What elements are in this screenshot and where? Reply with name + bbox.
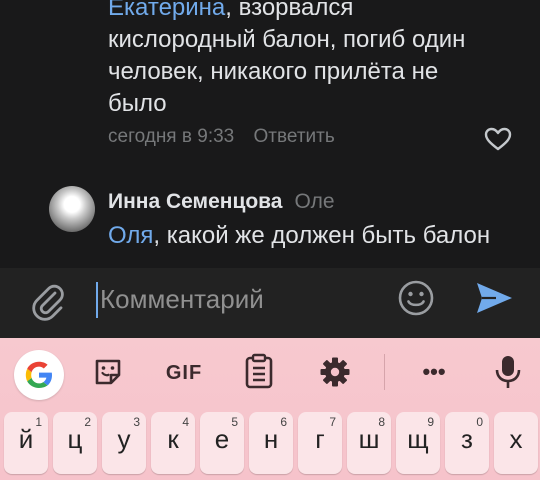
key-11[interactable]: х [494,412,538,474]
reply-button[interactable]: Ответить [254,126,335,147]
comment-2-body: , какой же должен быть балон [153,222,491,249]
key-number: 1 [35,415,42,429]
key-number: 9 [427,415,434,429]
comment-1-line-2: кислородный балон, погиб один [108,26,466,53]
key-1[interactable]: й1 [4,412,48,474]
key-number: 7 [329,415,336,429]
screen: Екатерина, взорвался кислородный балон, … [0,0,540,480]
comment-input[interactable]: Комментарий [100,283,264,315]
key-number: 8 [378,415,385,429]
toolbar-divider [384,354,385,390]
key-3[interactable]: у3 [102,412,146,474]
comment-1-mention[interactable]: Екатерина [108,0,225,21]
key-letter: х [509,424,523,454]
key-8[interactable]: ш8 [347,412,391,474]
gear-icon[interactable] [317,354,353,390]
send-icon[interactable] [474,280,514,316]
key-6[interactable]: н6 [249,412,293,474]
comment-2-author[interactable]: Инна Семенцова [108,190,283,213]
text-caret [96,282,98,318]
more-button[interactable]: ••• [414,354,454,390]
comment-1-line-4: было [108,90,167,117]
key-number: 0 [476,415,483,429]
comment-composer [0,268,540,338]
comment-2-text: Оля, какой же должен быть балон [108,220,490,252]
comment-1-line-3: человек, никакого прилёта не [108,58,439,85]
key-number: 3 [133,415,140,429]
key-2[interactable]: ц2 [53,412,97,474]
google-icon[interactable] [14,350,64,400]
key-number: 4 [182,415,189,429]
key-10[interactable]: з0 [445,412,489,474]
key-5[interactable]: е5 [200,412,244,474]
key-number: 2 [84,415,91,429]
comment-1-text: Екатерина, взорвался кислородный балон, … [108,0,528,120]
comment-1: Екатерина, взорвался кислородный балон, … [108,0,528,120]
comment-1-line-1: , взорвался [225,0,354,21]
sticker-icon[interactable] [90,354,126,390]
key-4[interactable]: к4 [151,412,195,474]
key-number: 5 [231,415,238,429]
comment-1-meta: сегодня в 9:33 Ответить [108,126,335,148]
heart-icon[interactable] [484,127,512,151]
key-7[interactable]: г7 [298,412,342,474]
emoji-icon[interactable] [397,279,435,317]
attach-icon[interactable] [28,281,68,321]
key-number: 6 [280,415,287,429]
avatar[interactable] [49,186,95,232]
comment-2-header: Инна Семенцова Оле [108,190,335,214]
comment-thread: Екатерина, взорвался кислородный балон, … [0,0,540,268]
key-9[interactable]: щ9 [396,412,440,474]
clipboard-icon[interactable] [242,352,276,390]
comment-2-mention[interactable]: Оля [108,222,153,249]
mic-icon[interactable] [490,352,526,392]
comment-1-time: сегодня в 9:33 [108,126,235,147]
gif-button[interactable]: GIF [156,356,212,390]
comment-2-reply-to: Оле [294,190,335,213]
